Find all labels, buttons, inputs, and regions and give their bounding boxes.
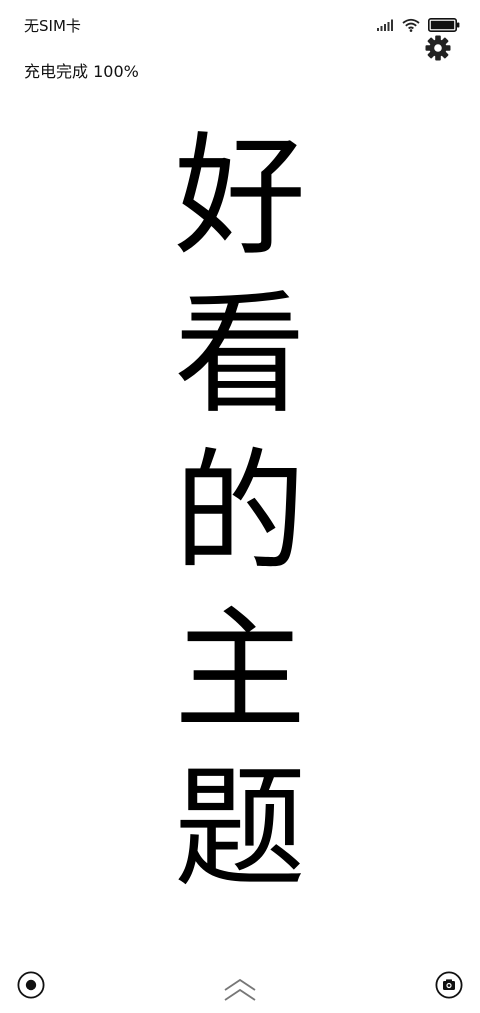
headline-char: 题	[174, 752, 306, 906]
headline-char: 的	[174, 436, 306, 590]
status-bar: 无SIM卡	[0, 0, 480, 52]
lock-screen: 无SIM卡 充电完成 100% 好 看 的 主 题	[0, 0, 480, 1013]
headline-char: 好	[174, 120, 306, 274]
headline-text: 好 看 的 主 题	[0, 118, 480, 908]
camera-icon[interactable]	[434, 970, 464, 1000]
double-chevron-up-icon[interactable]	[222, 978, 258, 1004]
bottom-bar	[0, 960, 480, 1013]
wifi-icon	[402, 18, 420, 32]
charging-status: 充电完成 100%	[24, 62, 139, 81]
carrier-label: 无SIM卡	[24, 17, 81, 35]
record-dot-icon[interactable]	[16, 970, 46, 1000]
status-icons	[377, 16, 460, 34]
gear-icon[interactable]	[424, 34, 452, 62]
battery-icon	[428, 18, 460, 32]
headline-char: 主	[174, 594, 306, 748]
headline-char: 看	[174, 278, 306, 432]
signal-icon	[377, 19, 393, 31]
